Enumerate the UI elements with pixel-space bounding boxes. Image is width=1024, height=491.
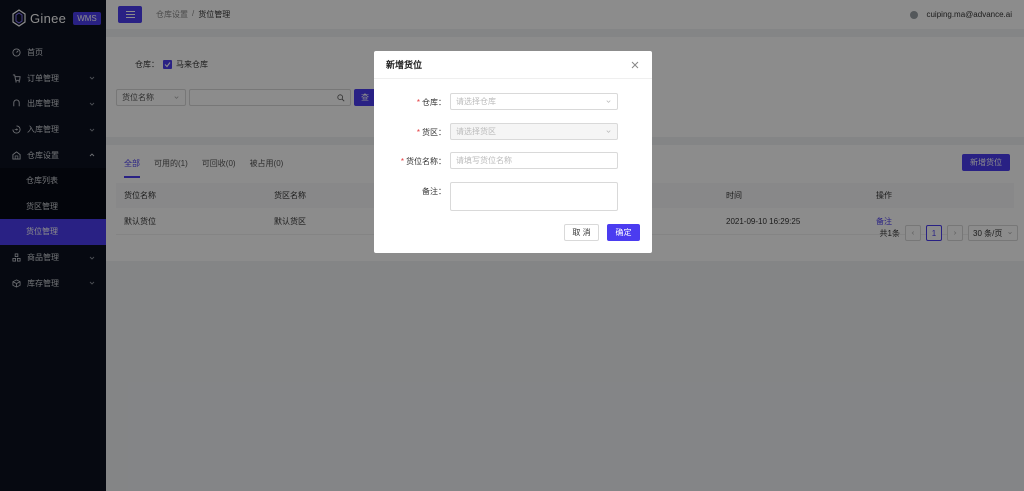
confirm-button[interactable]: 确定 bbox=[607, 224, 640, 241]
chevron-down-icon bbox=[606, 100, 611, 103]
warehouse-field-label: * 仓库： bbox=[417, 97, 446, 108]
form-row-note: 备注： bbox=[374, 182, 652, 211]
dialog-title: 新增货位 bbox=[386, 60, 423, 70]
dialog-header: 新增货位 bbox=[374, 51, 652, 79]
dialog-footer: 取 消 确定 bbox=[564, 224, 640, 241]
zone-select-placeholder: 请选择货区 bbox=[456, 127, 496, 136]
slot-name-field-label: * 货位名称： bbox=[401, 156, 446, 167]
cancel-button[interactable]: 取 消 bbox=[564, 224, 599, 241]
zone-field-label: * 货区： bbox=[417, 127, 446, 138]
chevron-down-icon bbox=[606, 130, 611, 133]
close-icon[interactable] bbox=[630, 60, 640, 70]
add-slot-dialog: 新增货位 * 仓库： 请选择仓库 * 货区： 请选择货区 * 货位名称： 请填写货位名… bbox=[374, 51, 652, 253]
note-textarea[interactable] bbox=[450, 182, 618, 211]
slot-name-input[interactable]: 请填写货位名称 bbox=[450, 152, 618, 169]
form-row-slot-name: * 货位名称： 请填写货位名称 bbox=[374, 152, 652, 169]
warehouse-select[interactable]: 请选择仓库 bbox=[450, 93, 618, 110]
form-row-zone: * 货区： 请选择货区 bbox=[374, 123, 652, 140]
required-mark: * bbox=[400, 157, 404, 166]
slot-name-label-text: 货位名称： bbox=[406, 157, 446, 166]
warehouse-label-text: 仓库： bbox=[422, 98, 446, 107]
note-field-label: 备注： bbox=[422, 187, 446, 196]
slot-name-placeholder: 请填写货位名称 bbox=[456, 156, 512, 165]
warehouse-select-placeholder: 请选择仓库 bbox=[456, 97, 496, 106]
form-row-warehouse: * 仓库： 请选择仓库 bbox=[374, 93, 652, 110]
zone-select: 请选择货区 bbox=[450, 123, 618, 140]
required-mark: * bbox=[416, 98, 420, 107]
required-mark: * bbox=[416, 128, 420, 137]
zone-label-text: 货区： bbox=[422, 128, 446, 137]
